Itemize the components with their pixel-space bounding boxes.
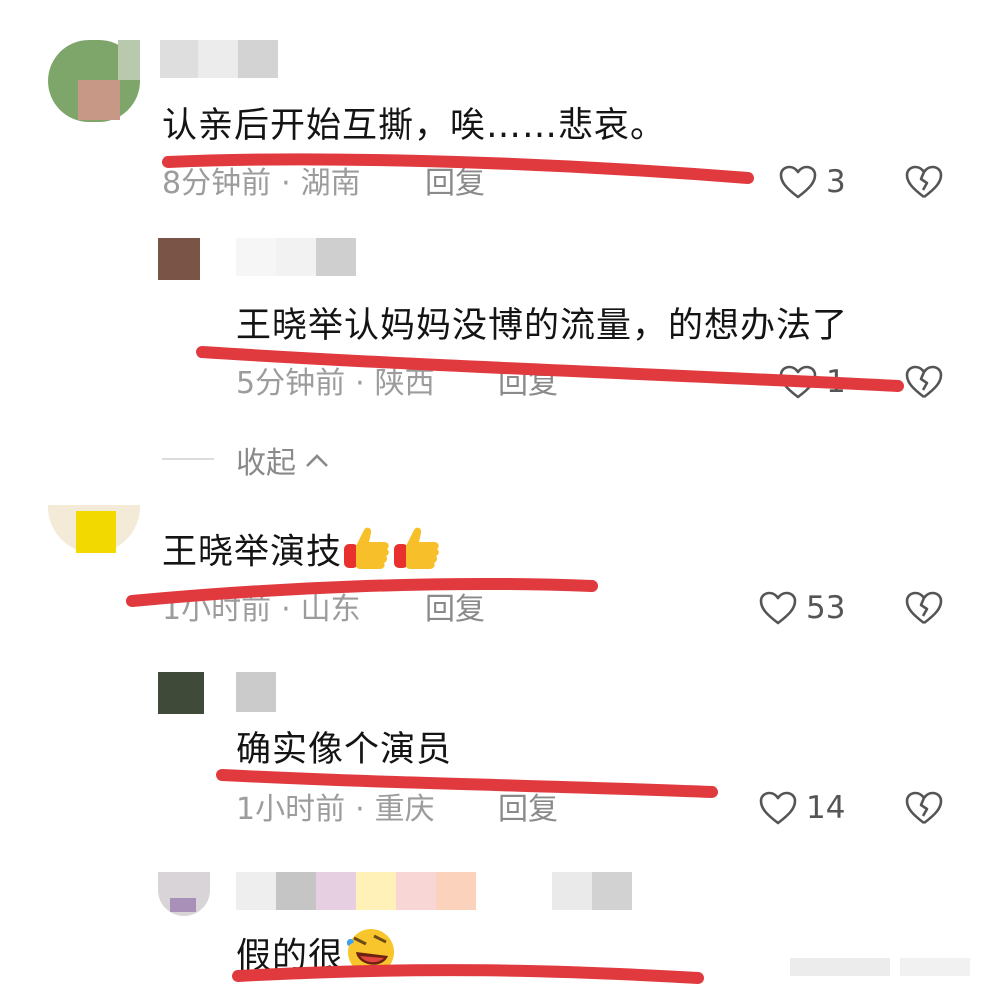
red-underline <box>216 769 718 798</box>
heart-outline-icon <box>759 591 797 625</box>
avatar[interactable] <box>48 505 140 553</box>
like-count: 3 <box>826 164 846 200</box>
avatar[interactable] <box>158 238 200 280</box>
dislike-button[interactable] <box>904 164 944 204</box>
avatar[interactable] <box>158 672 204 714</box>
broken-heart-icon <box>905 791 943 825</box>
like-button[interactable]: 14 <box>758 790 845 826</box>
collapse-label: 收起 <box>236 446 296 481</box>
reply-button[interactable]: 回复 <box>498 366 558 402</box>
username-pixelated[interactable] <box>236 672 276 712</box>
comment-text-content: 王晓举演技 <box>162 532 343 573</box>
reply-text: 王晓举认妈妈没博的流量，的想办法了 <box>236 306 849 346</box>
reply-time: 1小时前 <box>236 792 346 827</box>
like-button[interactable]: 3 <box>778 164 846 200</box>
rolling-laughing-emoji <box>344 926 398 989</box>
reply-location: 重庆 <box>374 792 435 827</box>
broken-heart-icon <box>905 591 943 625</box>
heart-outline-icon <box>759 791 797 825</box>
broken-heart-icon <box>905 165 943 199</box>
avatar[interactable] <box>48 40 140 122</box>
watermark <box>790 952 980 982</box>
reply-button[interactable]: 回复 <box>425 166 485 202</box>
username-pixelated[interactable] <box>236 238 356 276</box>
thumbs-up-emoji <box>342 524 442 583</box>
username-pixelated[interactable] <box>236 872 634 910</box>
dislike-button[interactable] <box>904 590 944 630</box>
comment-location: 山东 <box>300 592 361 627</box>
reply-meta: 5分钟前 · 陕西 <box>236 366 435 401</box>
reply-button[interactable]: 回复 <box>425 592 485 628</box>
comment-text: 王晓举演技 <box>162 524 442 583</box>
like-button[interactable]: 1 <box>778 364 846 400</box>
dislike-button[interactable] <box>904 790 944 830</box>
like-count: 14 <box>806 790 846 826</box>
dislike-button[interactable] <box>904 364 944 404</box>
like-button[interactable]: 53 <box>758 590 845 626</box>
avatar[interactable] <box>158 872 210 916</box>
comment-time: 8分钟前 <box>162 166 272 201</box>
comment-meta: 1小时前 · 山东 <box>162 592 361 627</box>
heart-outline-icon <box>779 365 817 399</box>
username-pixelated[interactable] <box>160 40 278 78</box>
reply-text-content: 假的很 <box>236 936 345 977</box>
comment-location: 湖南 <box>300 166 361 201</box>
reply-text: 确实像个演员 <box>236 730 453 770</box>
reply-text: 假的很 <box>236 926 398 989</box>
comment-time: 1小时前 <box>162 592 272 627</box>
like-count: 1 <box>826 364 846 400</box>
heart-outline-icon <box>779 165 817 199</box>
chevron-up-icon <box>306 454 328 467</box>
reply-location: 陕西 <box>374 366 435 401</box>
collapse-divider <box>162 458 214 460</box>
like-count: 53 <box>806 590 846 626</box>
reply-meta: 1小时前 · 重庆 <box>236 792 435 827</box>
annotation-underlines <box>126 153 904 984</box>
broken-heart-icon <box>905 365 943 399</box>
reply-button[interactable]: 回复 <box>498 792 558 828</box>
collapse-button[interactable]: 收起 <box>236 438 330 482</box>
comment-meta: 8分钟前 · 湖南 <box>162 166 361 201</box>
reply-time: 5分钟前 <box>236 366 346 401</box>
comment-text: 认亲后开始互撕，唉……悲哀。 <box>162 106 667 146</box>
